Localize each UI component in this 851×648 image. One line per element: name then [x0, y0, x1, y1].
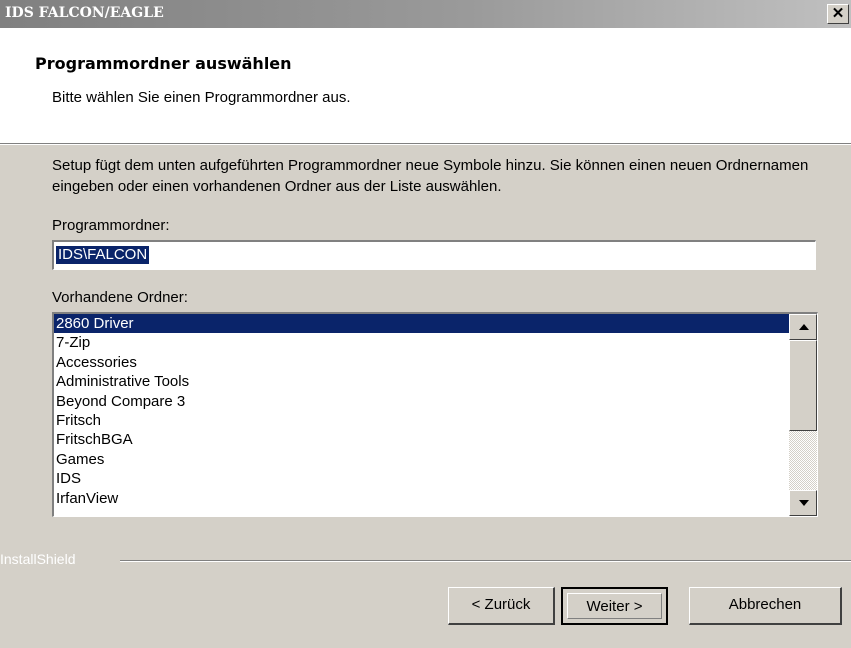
list-item[interactable]: Fritsch: [54, 411, 790, 430]
scroll-up-button[interactable]: [789, 314, 817, 340]
list-item[interactable]: Games: [54, 450, 790, 469]
header-panel: Programmordner auswählen Bitte wählen Si…: [0, 28, 851, 143]
list-item[interactable]: IDS: [54, 469, 790, 488]
list-item[interactable]: Beyond Compare 3: [54, 392, 790, 411]
folder-label: Programmordner:: [52, 217, 170, 234]
list-item[interactable]: 2860 Driver: [54, 314, 790, 334]
page-subtitle: Bitte wählen Sie einen Programmordner au…: [52, 89, 351, 106]
cancel-button[interactable]: Abbrechen: [689, 587, 842, 625]
list-item[interactable]: Administrative Tools: [54, 372, 790, 391]
page-title: Programmordner auswählen: [35, 54, 292, 73]
scrollbar-thumb[interactable]: [789, 340, 817, 431]
existing-folders-list[interactable]: 2860 Driver 7-Zip Accessories Administrativ…: [52, 312, 818, 517]
description-text: Setup fügt dem unten aufgeführten Progra…: [52, 157, 809, 195]
next-button-label: Weiter >: [567, 593, 662, 619]
title-bar: IDS FALCON/EAGLE ✕: [0, 0, 851, 28]
next-button[interactable]: Weiter >: [561, 587, 668, 625]
existing-folders-label: Vorhandene Ordner:: [52, 289, 188, 306]
scroll-down-button[interactable]: [789, 490, 817, 516]
program-folder-input[interactable]: IDS\FALCON: [52, 240, 816, 270]
close-button[interactable]: ✕: [827, 4, 849, 24]
arrow-up-icon: [799, 324, 809, 330]
installshield-brand: InstallShield: [0, 551, 76, 567]
list-item[interactable]: 7-Zip: [54, 333, 790, 352]
back-button[interactable]: < Zurück: [448, 587, 555, 625]
list-item[interactable]: FritschBGA: [54, 430, 790, 449]
arrow-down-icon: [799, 500, 809, 506]
close-icon: ✕: [831, 5, 845, 22]
program-folder-value: IDS\FALCON: [56, 246, 150, 264]
window-title: IDS FALCON/EAGLE: [5, 5, 164, 21]
vertical-scrollbar[interactable]: [789, 314, 817, 516]
list-item[interactable]: Accessories: [54, 353, 790, 372]
list-item[interactable]: IrfanView: [54, 489, 790, 508]
